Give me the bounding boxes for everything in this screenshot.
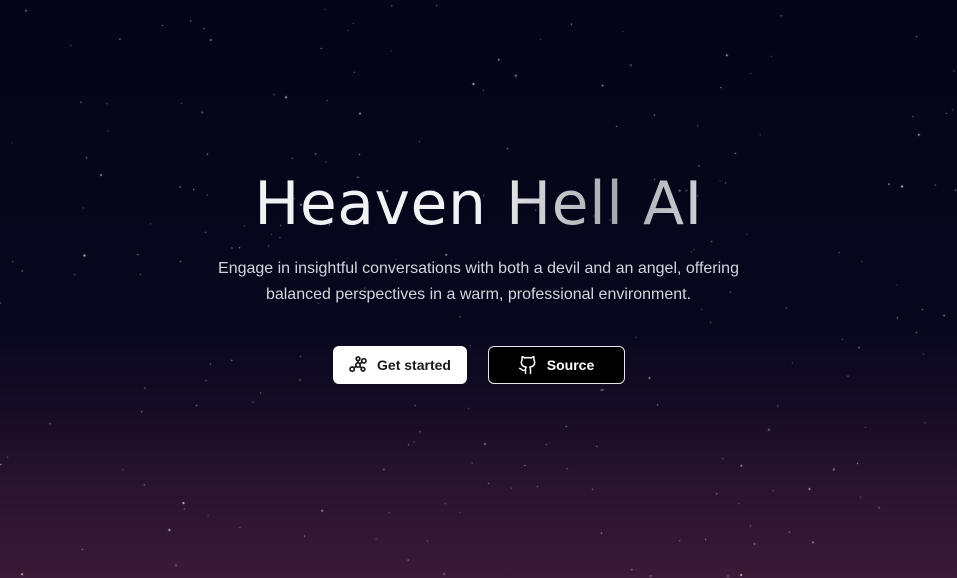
get-started-button[interactable]: Get started (332, 346, 467, 384)
page-title: Heaven Hell AI (254, 166, 703, 242)
hero-actions: Get started Source (332, 346, 625, 384)
source-button[interactable]: Source (487, 346, 625, 384)
github-icon (518, 355, 538, 375)
workflow-icon (348, 355, 368, 375)
get-started-label: Get started (377, 357, 451, 373)
source-label: Source (546, 357, 595, 373)
hero-subtitle: Engage in insightful conversations with … (218, 260, 739, 303)
hero-section: Heaven Hell AI Engage in insightful conv… (0, 0, 957, 578)
